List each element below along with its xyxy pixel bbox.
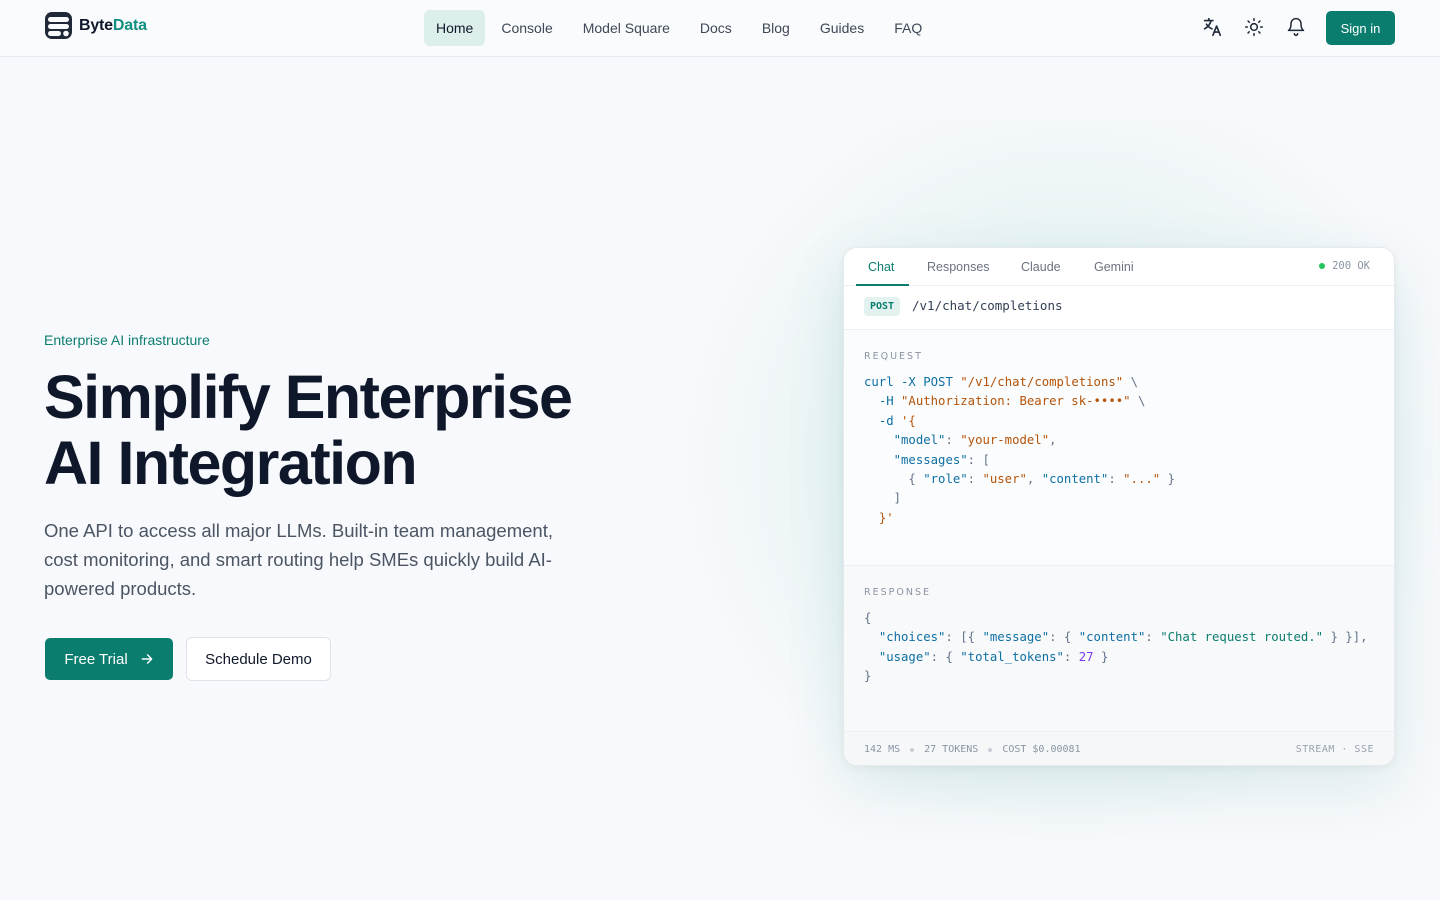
request-label: REQUEST: [864, 351, 923, 362]
tokens-stat: 27 TOKENS: [924, 744, 979, 755]
top-navigation-bar: ByteData Home Console Model Square Docs …: [0, 0, 1440, 57]
nav-item-docs[interactable]: Docs: [688, 10, 744, 46]
nav-item-console[interactable]: Console: [489, 10, 564, 46]
tab-responses[interactable]: Responses: [927, 248, 990, 286]
endpoint-path: /v1/chat/completions: [912, 298, 1063, 313]
nav-item-blog[interactable]: Blog: [750, 10, 802, 46]
latency-stat: 142 MS: [864, 744, 901, 755]
bytedata-logo-icon: [45, 12, 72, 39]
status-dot-icon: [1319, 263, 1326, 269]
response-code-block: { "choices": [{ "message": { "content": …: [864, 611, 1368, 684]
brand-name: ByteData: [79, 16, 147, 34]
brand-logo-link[interactable]: ByteData: [44, 11, 147, 40]
nav-item-faq[interactable]: FAQ: [882, 10, 934, 46]
tab-gemini[interactable]: Gemini: [1094, 248, 1134, 286]
bell-icon: [1287, 17, 1305, 37]
notifications-button[interactable]: [1283, 14, 1309, 40]
status-text: 200 OK: [1332, 260, 1370, 272]
separator-dot: [988, 747, 993, 752]
hero-headline-line1: Simplify Enterprise: [44, 363, 573, 431]
request-stats: 142 MS 27 TOKENS COST $0.00081: [864, 744, 1081, 755]
hero-eyebrow: Enterprise AI infrastructure: [44, 332, 210, 348]
tab-claude[interactable]: Claude: [1021, 248, 1061, 286]
hero-headline: Simplify Enterprise AI Integration: [44, 364, 644, 496]
main-nav: Home Console Model Square Docs Blog Guid…: [424, 10, 934, 46]
sun-icon: [1244, 17, 1264, 37]
nav-item-model-square[interactable]: Model Square: [571, 10, 682, 46]
api-demo-panel: Chat Responses Claude Gemini 200 OK POST…: [843, 247, 1395, 766]
response-label: RESPONSE: [864, 587, 931, 598]
free-trial-button[interactable]: Free Trial: [45, 638, 173, 680]
request-code-block: curl -X POST "/v1/chat/completions" \ -H…: [864, 375, 1175, 525]
separator-dot: [910, 747, 915, 752]
theme-toggle-button[interactable]: [1241, 14, 1267, 40]
tab-chat[interactable]: Chat: [868, 248, 894, 286]
sign-in-button[interactable]: Sign in: [1326, 11, 1395, 45]
stream-mode-label: STREAM · SSE: [1295, 744, 1374, 755]
endpoint-bar: POST /v1/chat/completions: [844, 286, 1394, 330]
hero-description: One API to access all major LLMs. Built-…: [44, 520, 553, 599]
schedule-demo-button[interactable]: Schedule Demo: [186, 637, 331, 681]
translate-icon: [1203, 17, 1222, 37]
api-tabs: Chat Responses Claude Gemini 200 OK: [844, 248, 1394, 286]
nav-item-guides[interactable]: Guides: [808, 10, 876, 46]
language-toggle-button[interactable]: [1199, 14, 1225, 40]
nav-item-home[interactable]: Home: [424, 10, 486, 46]
hero-headline-line2: AI Integration: [44, 429, 418, 497]
free-trial-label: Free Trial: [64, 650, 128, 668]
panel-footer: 142 MS 27 TOKENS COST $0.00081 STREAM · …: [844, 731, 1394, 765]
http-method-badge: POST: [864, 297, 901, 316]
status-badge: 200 OK: [1319, 260, 1370, 272]
cost-stat: COST $0.00081: [1002, 744, 1081, 755]
arrow-right-icon: [141, 654, 153, 664]
